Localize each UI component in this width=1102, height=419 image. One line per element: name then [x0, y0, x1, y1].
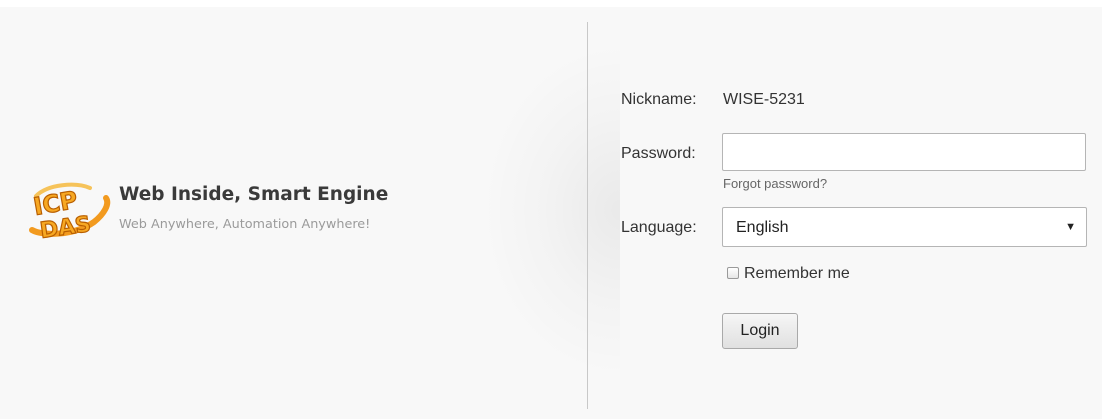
nickname-label: Nickname:: [621, 91, 697, 108]
dropdown-arrow-icon: ▼: [1065, 221, 1076, 233]
login-page: ICP DAS Web Inside, Smart Engine Web Any…: [0, 0, 1102, 419]
brand-subtitle: Web Anywhere, Automation Anywhere!: [119, 217, 371, 232]
brand-block: ICP DAS Web Inside, Smart Engine Web Any…: [24, 178, 484, 244]
top-strip: [0, 0, 1102, 7]
divider-shadow: [480, 40, 620, 380]
nickname-value: WISE-5231: [723, 91, 805, 108]
brand-title: Web Inside, Smart Engine: [119, 184, 389, 205]
icpdas-logo: ICP DAS: [29, 182, 111, 242]
language-label: Language:: [621, 219, 697, 236]
remember-me-checkbox[interactable]: [727, 267, 739, 279]
password-input[interactable]: [722, 133, 1086, 171]
vertical-divider: [587, 22, 588, 409]
login-button[interactable]: Login: [722, 313, 798, 349]
language-select[interactable]: English ▼: [722, 207, 1087, 247]
password-label: Password:: [621, 145, 696, 162]
forgot-password-link[interactable]: Forgot password?: [723, 176, 827, 191]
remember-me-label: Remember me: [744, 265, 850, 282]
language-selected-value: English: [736, 219, 789, 236]
